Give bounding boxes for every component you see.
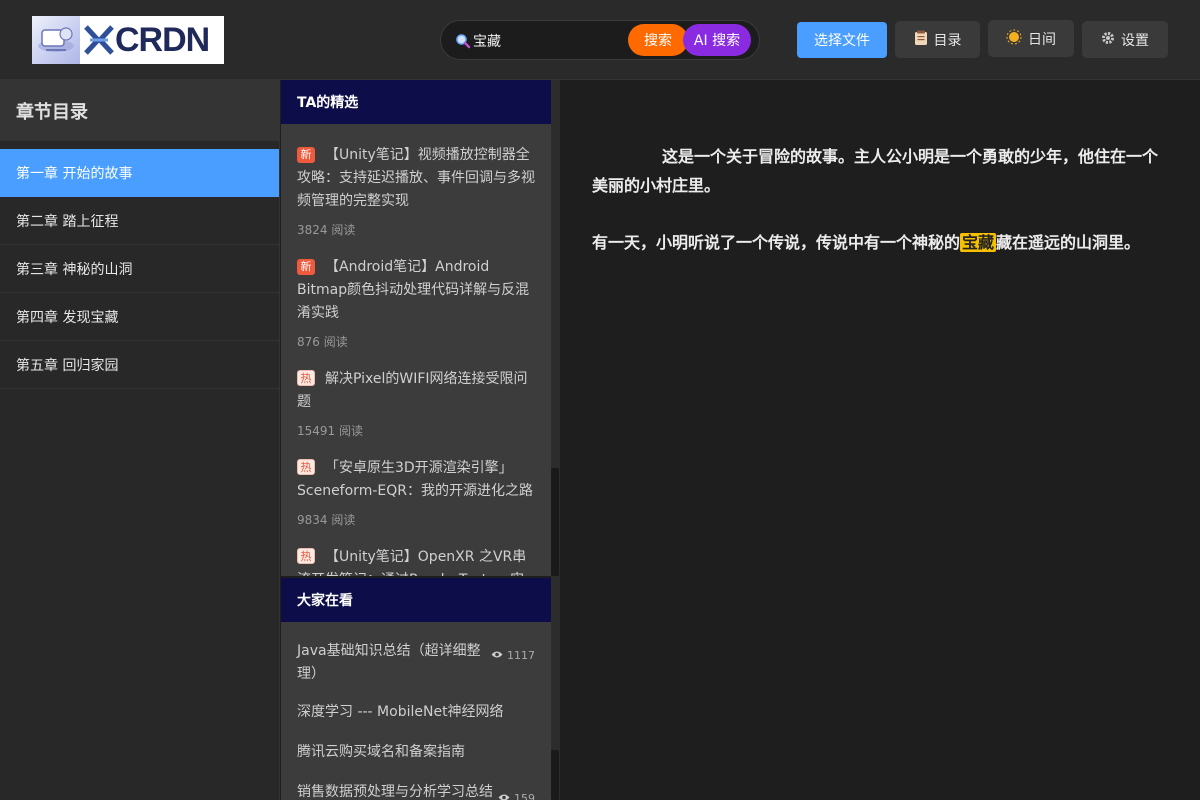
chapter-item-4[interactable]: 第四章 发现宝藏 [0,293,279,341]
popular-list: Java基础知识总结（超详细整理） 1117 深度学习 --- MobileNe… [281,640,551,800]
chapter-sidebar: 章节目录 第一章 开始的故事 第二章 踏上征程 第三章 神秘的山洞 第四章 发现… [0,80,280,800]
popular-panel: 大家在看 Java基础知识总结（超详细整理） 1117 深度学习 --- Mob… [281,578,551,800]
popular-header: 大家在看 [281,578,551,622]
sun-icon [1006,29,1022,49]
featured-item-title: 「安卓原生3D开源渲染引擎」Sceneform-EQR：我的开源进化之路 [297,460,533,499]
eye-icon [491,644,503,667]
new-badge: 新 [297,259,315,275]
view-count-value: 1117 [507,649,535,662]
select-file-button[interactable]: 选择文件 [797,22,887,58]
sidebar-title: 章节目录 [0,80,279,141]
chapter-item-2[interactable]: 第二章 踏上征程 [0,197,279,245]
settings-button[interactable]: 设置 [1082,21,1168,58]
popular-item[interactable]: 腾讯云购买域名和备案指南 [297,741,535,764]
search-button[interactable]: 搜索 [628,24,688,56]
popular-scrollbar[interactable] [551,750,559,800]
day-mode-label: 日间 [1028,31,1056,48]
featured-list: 新【Unity笔记】视频播放控制器全攻略：支持延迟播放、事件回调与多视频管理的完… [281,144,551,576]
chapter-item-5[interactable]: 第五章 回归家园 [0,341,279,389]
featured-panel: TA的精选 新【Unity笔记】视频播放控制器全攻略：支持延迟播放、事件回调与多… [281,80,551,576]
settings-label: 设置 [1121,32,1149,49]
popular-item[interactable]: 销售数据预处理与分析学习总结 159 [297,781,535,800]
view-count-value: 159 [514,792,535,800]
featured-item-title: 【Unity笔记】OpenXR 之VR串流开发笔记：通过RenderTextur… [297,549,527,576]
logo-x-icon [84,23,114,57]
site-logo[interactable]: CRDN [32,16,224,64]
reader-content: 这是一个关于冒险的故事。主人公小明是一个勇敢的少年，他住在一个美丽的小村庄里。 … [560,80,1200,800]
featured-item[interactable]: 新【Unity笔记】视频播放控制器全攻略：支持延迟播放、事件回调与多视频管理的完… [297,144,535,238]
popular-item-title: 腾讯云购买域名和备案指南 [297,744,465,760]
day-mode-button[interactable]: 日间 [988,20,1074,57]
gear-icon [1101,31,1115,49]
popular-item-title: 销售数据预处理与分析学习总结 [297,784,493,800]
top-header: CRDN 搜索 AI 搜索 选择文件 目录 [0,0,1200,80]
popular-item-title: 深度学习 --- MobileNet神经网络 [297,704,504,720]
featured-item-title: 【Unity笔记】视频播放控制器全攻略：支持延迟播放、事件回调与多视频管理的完整… [297,147,535,209]
featured-item[interactable]: 热【Unity笔记】OpenXR 之VR串流开发笔记：通过RenderTextu… [297,546,535,576]
logo-emblem-icon [32,16,80,64]
featured-header: TA的精选 [281,80,551,124]
toc-button[interactable]: 目录 [895,21,980,58]
popular-item[interactable]: 深度学习 --- MobileNet神经网络 [297,701,535,724]
content-paragraph: 这是一个关于冒险的故事。主人公小明是一个勇敢的少年，他住在一个美丽的小村庄里。 [592,147,1159,195]
featured-item-reads: 9834 阅读 [297,513,356,527]
ai-search-button[interactable]: AI 搜索 [683,24,751,56]
popular-item-title: Java基础知识总结（超详细整理） [297,643,481,682]
hot-badge: 热 [297,370,315,386]
featured-item-title: 解决Pixel的WIFI网络连接受限问题 [297,371,528,410]
featured-item[interactable]: 热解决Pixel的WIFI网络连接受限问题 15491 阅读 [297,368,535,439]
panel-scrollbar-track [551,80,560,800]
toc-label: 目录 [933,32,962,49]
view-count: 159 [498,787,535,800]
featured-item[interactable]: 新【Android笔记】Android Bitmap颜色抖动处理代码详解与反混淆… [297,256,535,350]
new-badge: 新 [297,147,315,163]
featured-item-reads: 3824 阅读 [297,223,356,237]
hot-badge: 热 [297,548,315,564]
popular-item[interactable]: Java基础知识总结（超详细整理） 1117 [297,640,535,686]
featured-item[interactable]: 热「安卓原生3D开源渲染引擎」Sceneform-EQR：我的开源进化之路 98… [297,457,535,528]
featured-item-reads: 876 阅读 [297,335,348,349]
hot-badge: 热 [297,459,315,475]
chapter-item-3[interactable]: 第三章 神秘的山洞 [0,245,279,293]
paragraph-text: 藏在遥远的山洞里。 [996,233,1141,252]
chapter-list: 第一章 开始的故事 第二章 踏上征程 第三章 神秘的山洞 第四章 发现宝藏 第五… [0,149,279,389]
notepad-icon [914,30,928,50]
view-count: 1117 [491,644,535,667]
eye-icon [498,787,510,800]
search-highlight: 宝藏 [960,233,997,252]
featured-item-title: 【Android笔记】Android Bitmap颜色抖动处理代码详解与反混淆实… [297,259,530,321]
logo-text: CRDN [115,20,210,59]
featured-scrollbar[interactable] [551,468,559,576]
content-paragraph: 有一天，小明听说了一个传说，传说中有一个神秘的 宝藏 藏在遥远的山洞里。 [592,228,1168,257]
featured-item-reads: 15491 阅读 [297,424,363,438]
search-icon [455,33,471,49]
chapter-item-1[interactable]: 第一章 开始的故事 [0,149,279,197]
paragraph-text: 有一天，小明听说了一个传说，传说中有一个神秘的 [592,233,961,252]
logo-wordmark: CRDN [84,16,210,64]
